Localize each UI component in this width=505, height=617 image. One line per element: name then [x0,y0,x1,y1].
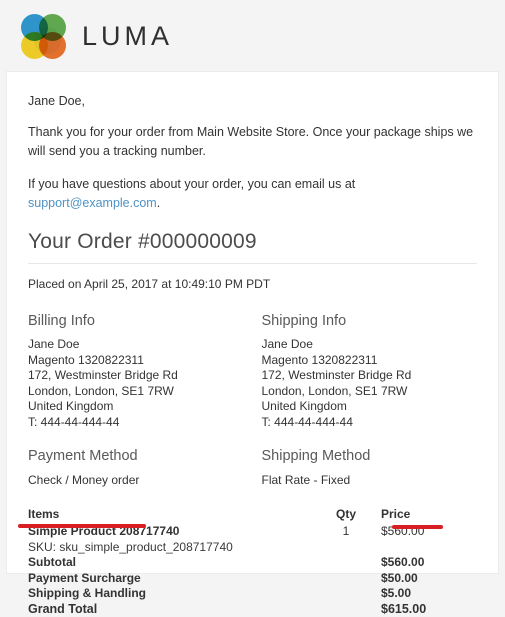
totals-row-grand-total: Grand Total $615.00 [28,602,477,617]
billing-line: Magento 1320822311 [28,353,253,369]
order-items-table: Items Qty Price Simple Product 208717740… [28,506,477,555]
shipping-info-title: Shipping Info [262,313,478,329]
payment-surcharge-value: $50.00 [381,571,477,587]
billing-line: Jane Doe [28,337,253,353]
shipping-handling-label: Shipping & Handling [28,586,311,602]
shipping-line: United Kingdom [262,399,478,415]
shipping-method-block: Shipping Method Flat Rate - Fixed [253,448,478,488]
payment-surcharge-value-underline-annotation [392,525,443,529]
order-title: Your Order #000000009 [28,230,477,254]
subtotal-label: Subtotal [28,555,311,571]
shipping-line: Magento 1320822311 [262,353,478,369]
column-header-price: Price [381,506,477,523]
email-header: LUMA [0,0,505,72]
luma-circles-logo-icon [21,14,66,59]
billing-info-title: Billing Info [28,313,253,329]
shipping-phone: T: 444-44-444-44 [262,415,478,431]
billing-line: London, London, SE1 7RW [28,384,253,400]
payment-method-value: Check / Money order [28,472,253,488]
column-header-qty: Qty [311,506,381,523]
email-body-card: Jane Doe, Thank you for your order from … [7,72,498,573]
order-placed-date: Placed on April 25, 2017 at 10:49:10 PM … [28,277,477,291]
shipping-handling-value: $5.00 [381,586,477,602]
sku-price-spacer [381,539,477,555]
shipping-line: 172, Westminster Bridge Rd [262,368,478,384]
grand-total-value: $615.00 [381,602,477,617]
billing-phone: T: 444-44-444-44 [28,415,253,431]
payment-surcharge-label-underline-annotation [18,524,146,528]
totals-qty-spacer [311,602,381,617]
totals-qty-spacer [311,571,381,587]
logo-center-hole-icon [34,27,61,54]
brand-logo[interactable]: LUMA [21,14,173,59]
totals-row-payment-surcharge: Payment Surcharge $50.00 [28,571,477,587]
column-header-items: Items [28,506,311,523]
totals-row-subtotal: Subtotal $560.00 [28,555,477,571]
shipping-method-title: Shipping Method [262,448,478,464]
support-email-link[interactable]: support@example.com [28,196,157,210]
totals-qty-spacer [311,586,381,602]
item-sku: SKU: sku_simple_product_208717740 [28,539,311,555]
greeting-text: Jane Doe, [28,94,477,108]
payment-method-title: Payment Method [28,448,253,464]
totals-row-shipping-handling: Shipping & Handling $5.00 [28,586,477,602]
table-row-sku: SKU: sku_simple_product_208717740 [28,539,477,555]
title-divider [28,263,477,264]
order-totals-table: Subtotal $560.00 Payment Surcharge $50.0… [28,555,477,617]
brand-wordmark: LUMA [82,21,173,52]
billing-line: 172, Westminster Bridge Rd [28,368,253,384]
payment-surcharge-label: Payment Surcharge [28,571,311,587]
items-header-row: Items Qty Price [28,506,477,523]
thank-you-paragraph: Thank you for your order from Main Websi… [28,123,476,161]
support-paragraph: If you have questions about your order, … [28,175,476,213]
shipping-method-value: Flat Rate - Fixed [262,472,478,488]
address-columns: Billing Info Jane Doe Magento 1320822311… [28,313,477,430]
support-paragraph-suffix: . [157,196,160,210]
totals-qty-spacer [311,555,381,571]
billing-info-block: Billing Info Jane Doe Magento 1320822311… [28,313,253,430]
subtotal-value: $560.00 [381,555,477,571]
billing-line: United Kingdom [28,399,253,415]
support-paragraph-prefix: If you have questions about your order, … [28,177,355,191]
grand-total-label: Grand Total [28,602,311,617]
item-qty: 1 [311,523,381,539]
shipping-info-block: Shipping Info Jane Doe Magento 132082231… [253,313,478,430]
sku-qty-spacer [311,539,381,555]
method-columns: Payment Method Check / Money order Shipp… [28,448,477,488]
shipping-line: London, London, SE1 7RW [262,384,478,400]
shipping-line: Jane Doe [262,337,478,353]
payment-method-block: Payment Method Check / Money order [28,448,253,488]
